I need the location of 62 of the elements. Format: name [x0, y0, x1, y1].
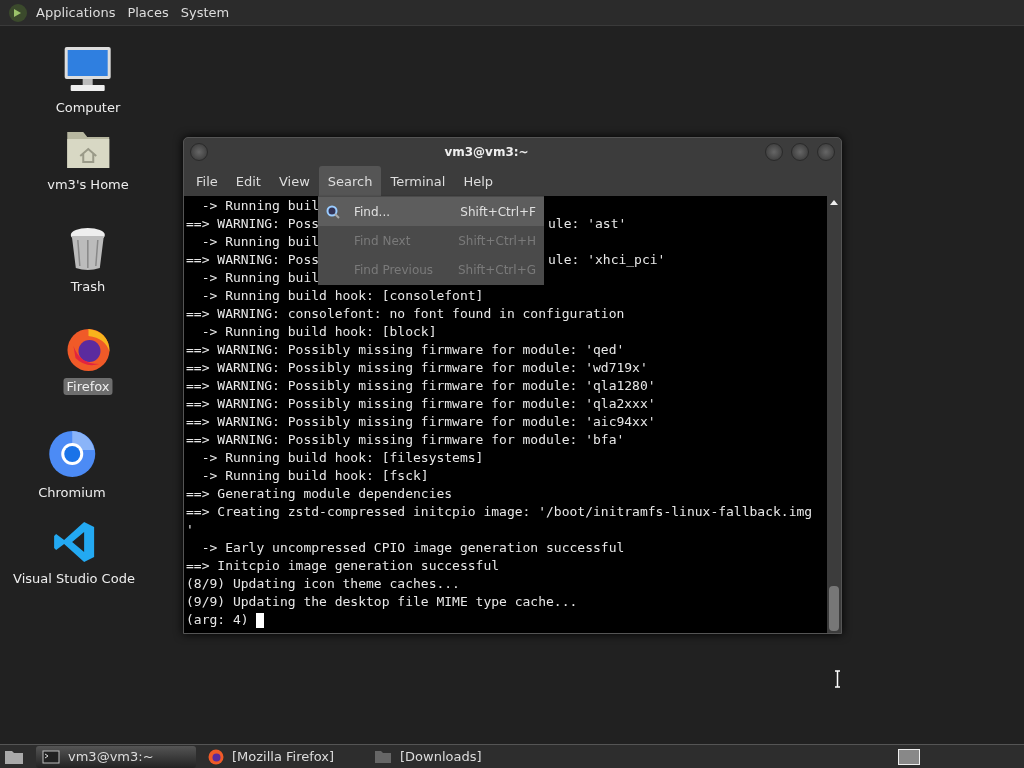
panel-menu[interactable]: System — [180, 5, 230, 20]
terminal-icon — [42, 749, 60, 764]
taskbar-button[interactable]: [Downloads] — [368, 745, 528, 768]
folder-icon[interactable] — [4, 748, 24, 765]
terminal-line: ==> WARNING: Poss — [186, 252, 320, 267]
terminal-line: (arg: 4) — [186, 612, 250, 627]
fox-globe-icon — [208, 748, 224, 765]
terminal-line: -> Running build hook: [consolefont] — [200, 288, 484, 303]
vs-code-icon[interactable] — [52, 520, 96, 564]
terminal-line: ==> WARNING: Poss — [186, 216, 320, 231]
menu-item[interactable]: Help — [454, 166, 503, 196]
panel-menu[interactable]: Places — [127, 5, 169, 20]
taskbar-button[interactable]: [Mozilla Firefox] — [202, 745, 362, 768]
terminal-line: -> Running buil — [200, 198, 320, 213]
workspace-switcher[interactable] — [898, 748, 920, 765]
terminal-line: -> Running buil — [200, 270, 320, 285]
window-title: vm3@vm3:~ — [443, 145, 530, 159]
scrollbar[interactable] — [827, 196, 841, 633]
menu-item[interactable]: Terminal — [381, 166, 455, 196]
terminal-line: ==> Generating module dependencies — [186, 486, 453, 501]
menu-item[interactable]: Find... Shift+Ctrl+F — [318, 197, 544, 226]
icon-label[interactable]: Chromium — [35, 484, 109, 501]
terminal-line: ==> WARNING: Possibly missing firmware for module: 'bfa' — [186, 432, 625, 447]
folder-icon — [374, 749, 392, 764]
terminal-line: ==> WARNING: Possibly missing firmware for module: 'qed' — [186, 342, 625, 357]
terminal-line: -> Running build hook: [block] — [200, 324, 437, 339]
icon-label[interactable]: Trash — [67, 278, 109, 295]
icon-label[interactable]: Visual Studio Code — [10, 570, 138, 587]
text-cursor-icon — [834, 670, 841, 688]
scrollbar-thumb[interactable] — [829, 586, 839, 631]
icon-label[interactable]: Computer — [52, 99, 124, 116]
terminal-line: -> Running build hook: [filesystems] — [200, 450, 484, 465]
terminal-line: ule: 'ast' — [548, 215, 627, 233]
terminal-line: ule: 'xhci_pci' — [548, 251, 666, 269]
scroll-up-icon[interactable] — [829, 198, 839, 206]
trash-icon[interactable] — [68, 226, 108, 272]
taskbar-button[interactable]: vm3@vm3:~ — [36, 745, 196, 768]
menu-item[interactable]: View — [269, 166, 319, 196]
terminal-line: ==> WARNING: Possibly missing firmware for module: 'aic94xx' — [186, 414, 656, 429]
fox-globe-icon[interactable] — [65, 326, 111, 372]
icon-label[interactable]: vm3's Home — [44, 176, 132, 193]
terminal-line: ==> WARNING: Possibly missing firmware for module: 'qla2xxx' — [186, 396, 656, 411]
terminal-line: ' — [186, 522, 194, 537]
computer-icon[interactable] — [63, 45, 113, 93]
chromium-icon[interactable] — [48, 430, 96, 478]
terminal-line: ==> Initcpio image generation successful — [186, 558, 500, 573]
menu-item[interactable]: Edit — [226, 166, 270, 196]
terminal-line: ==> WARNING: Possibly missing firmware for module: 'wd719x' — [186, 360, 648, 375]
terminal-line: ==> WARNING: Possibly missing firmware for module: 'qla1280' — [186, 378, 656, 393]
icon-label[interactable]: Firefox — [63, 378, 113, 395]
menu-item[interactable]: File — [187, 166, 227, 196]
terminal-line: ==> WARNING: consolefont: no font found in configuration — [186, 306, 625, 321]
panel-menu[interactable]: Applications — [36, 5, 116, 20]
terminal-line: (9/9) Updating the desktop file MIME type cache... — [186, 594, 578, 609]
terminal-line: -> Running buil — [200, 234, 320, 249]
menu-item[interactable]: Search — [318, 166, 382, 196]
terminal-line: (8/9) Updating icon theme caches... — [186, 576, 460, 591]
terminal-line: -> Running build hook: [fsck] — [200, 468, 429, 483]
terminal-line: -> Early uncompressed CPIO image generation successful — [200, 540, 625, 555]
terminal-line: ==> Creating zstd-compressed initcpio image: '/boot/initramfs-linux-fallback.img — [186, 504, 813, 519]
terminal-logo-icon[interactable] — [8, 2, 28, 23]
search-icon — [326, 204, 340, 219]
